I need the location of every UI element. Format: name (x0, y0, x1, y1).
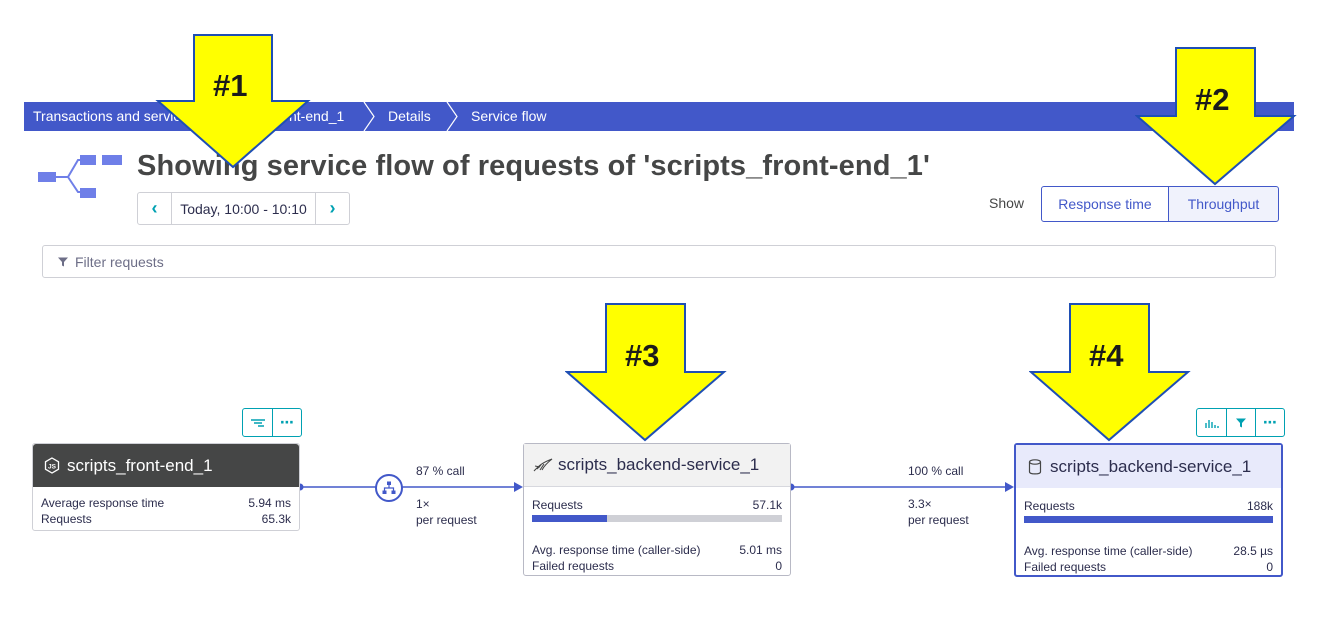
node-header: scripts_backend-service_1 (524, 444, 790, 487)
edge-arrowhead-1 (514, 482, 523, 492)
metric-row: Requests 65.3k (33, 511, 299, 527)
split-icon[interactable] (375, 474, 403, 502)
metric-value: 65.3k (261, 512, 291, 526)
chevron-right-icon[interactable]: › (316, 193, 349, 224)
edge-call-pct-2: 100 % call (908, 464, 964, 478)
requests-label: Requests (1024, 499, 1075, 513)
nodejs-icon: JS (41, 457, 63, 474)
metric-row: Avg. response time (caller-side) 28.5 µs (1016, 543, 1281, 559)
breadcrumb-separator (363, 102, 375, 131)
node-title: scripts_backend-service_1 (558, 455, 760, 474)
callout-label-2: #2 (1195, 82, 1230, 117)
filter-requests-input[interactable]: Filter requests (42, 245, 1276, 278)
node-header: JS scripts_front-end_1 (33, 444, 299, 487)
more-icon[interactable]: ⋯ (1255, 409, 1284, 436)
response-time-button[interactable]: Response time (1041, 186, 1169, 222)
requests-label: Requests (532, 498, 583, 512)
requests-bar-fill (532, 515, 607, 522)
callout-label-4: #4 (1089, 338, 1124, 373)
filter-placeholder: Filter requests (75, 253, 164, 270)
node-header: scripts_backend-service_1 (1016, 445, 1281, 488)
requests-bar-fill (1024, 516, 1273, 523)
node-title: scripts_backend-service_1 (1050, 456, 1252, 476)
more-icon[interactable]: ⋯ (272, 409, 301, 436)
metric-row: Avg. response time (caller-side) 5.01 ms (524, 542, 790, 558)
edge-arrowhead-2 (1005, 482, 1014, 492)
hierarchy-icon (382, 481, 396, 494)
metric-value: 5.94 ms (248, 496, 291, 510)
breadcrumb-item-details[interactable]: Details (388, 102, 431, 131)
metric-label: Failed requests (532, 559, 615, 573)
metric-label: Avg. response time (caller-side) (1024, 544, 1193, 558)
chevron-left-icon[interactable]: ‹ (138, 193, 171, 224)
waterfall-icon[interactable] (243, 409, 272, 436)
edge-per-request-label-2: per request (908, 513, 969, 527)
service-node-front-end[interactable]: JS scripts_front-end_1 Average response … (32, 443, 300, 531)
metric-value: 28.5 µs (1233, 544, 1273, 558)
show-label: Show (989, 195, 1025, 211)
filter-icon[interactable] (1226, 409, 1255, 436)
breadcrumb-item-service-flow: Service flow (471, 108, 547, 124)
node-toolbar-front-end: ⋯ (242, 408, 302, 437)
timeframe-selector: ‹ Today, 10:00 - 10:10 › (137, 192, 350, 225)
node-toolbar-database: ⋯ (1196, 408, 1285, 437)
callout-label-1: #1 (213, 68, 248, 103)
edge-per-request-label-1: per request (416, 513, 477, 527)
service-node-backend-database[interactable]: scripts_backend-service_1 Requests 188k … (1014, 443, 1283, 577)
breadcrumb-separator (446, 102, 458, 131)
requests-bar (532, 515, 782, 522)
timeframe-label[interactable]: Today, 10:00 - 10:10 (171, 193, 316, 224)
metric-value: 5.01 ms (739, 543, 782, 557)
requests-row: Requests 57.1k (524, 497, 790, 513)
requests-value: 188k (1246, 499, 1273, 513)
callout-label-3: #3 (625, 338, 660, 373)
node-title: scripts_front-end_1 (67, 455, 213, 475)
metric-label: Requests (41, 512, 92, 526)
metric-value: 0 (1266, 560, 1273, 574)
service-node-backend-apache[interactable]: scripts_backend-service_1 Requests 57.1k… (523, 443, 791, 576)
chart-icon[interactable] (1197, 409, 1226, 436)
metric-label: Avg. response time (caller-side) (532, 543, 701, 557)
service-flow-icon (38, 155, 122, 198)
throughput-button[interactable]: Throughput (1168, 186, 1279, 222)
metric-row: Average response time 5.94 ms (33, 495, 299, 511)
metric-row: Failed requests 0 (1016, 559, 1281, 575)
requests-value: 57.1k (752, 498, 782, 512)
funnel-icon (58, 257, 68, 266)
metric-value: 0 (775, 559, 782, 573)
edge-per-request-count-2: 3.3× (908, 497, 932, 511)
metric-label: Average response time (41, 496, 165, 510)
metric-row: Failed requests 0 (524, 558, 790, 574)
edge-call-pct-1: 87 % call (416, 464, 465, 478)
edge-per-request-count-1: 1× (416, 497, 430, 511)
database-icon (1024, 458, 1046, 475)
apache-feather-icon (532, 457, 554, 473)
requests-bar (1024, 516, 1273, 523)
metric-label: Failed requests (1024, 560, 1107, 574)
svg-text:JS: JS (48, 464, 57, 471)
requests-row: Requests 188k (1016, 498, 1281, 514)
